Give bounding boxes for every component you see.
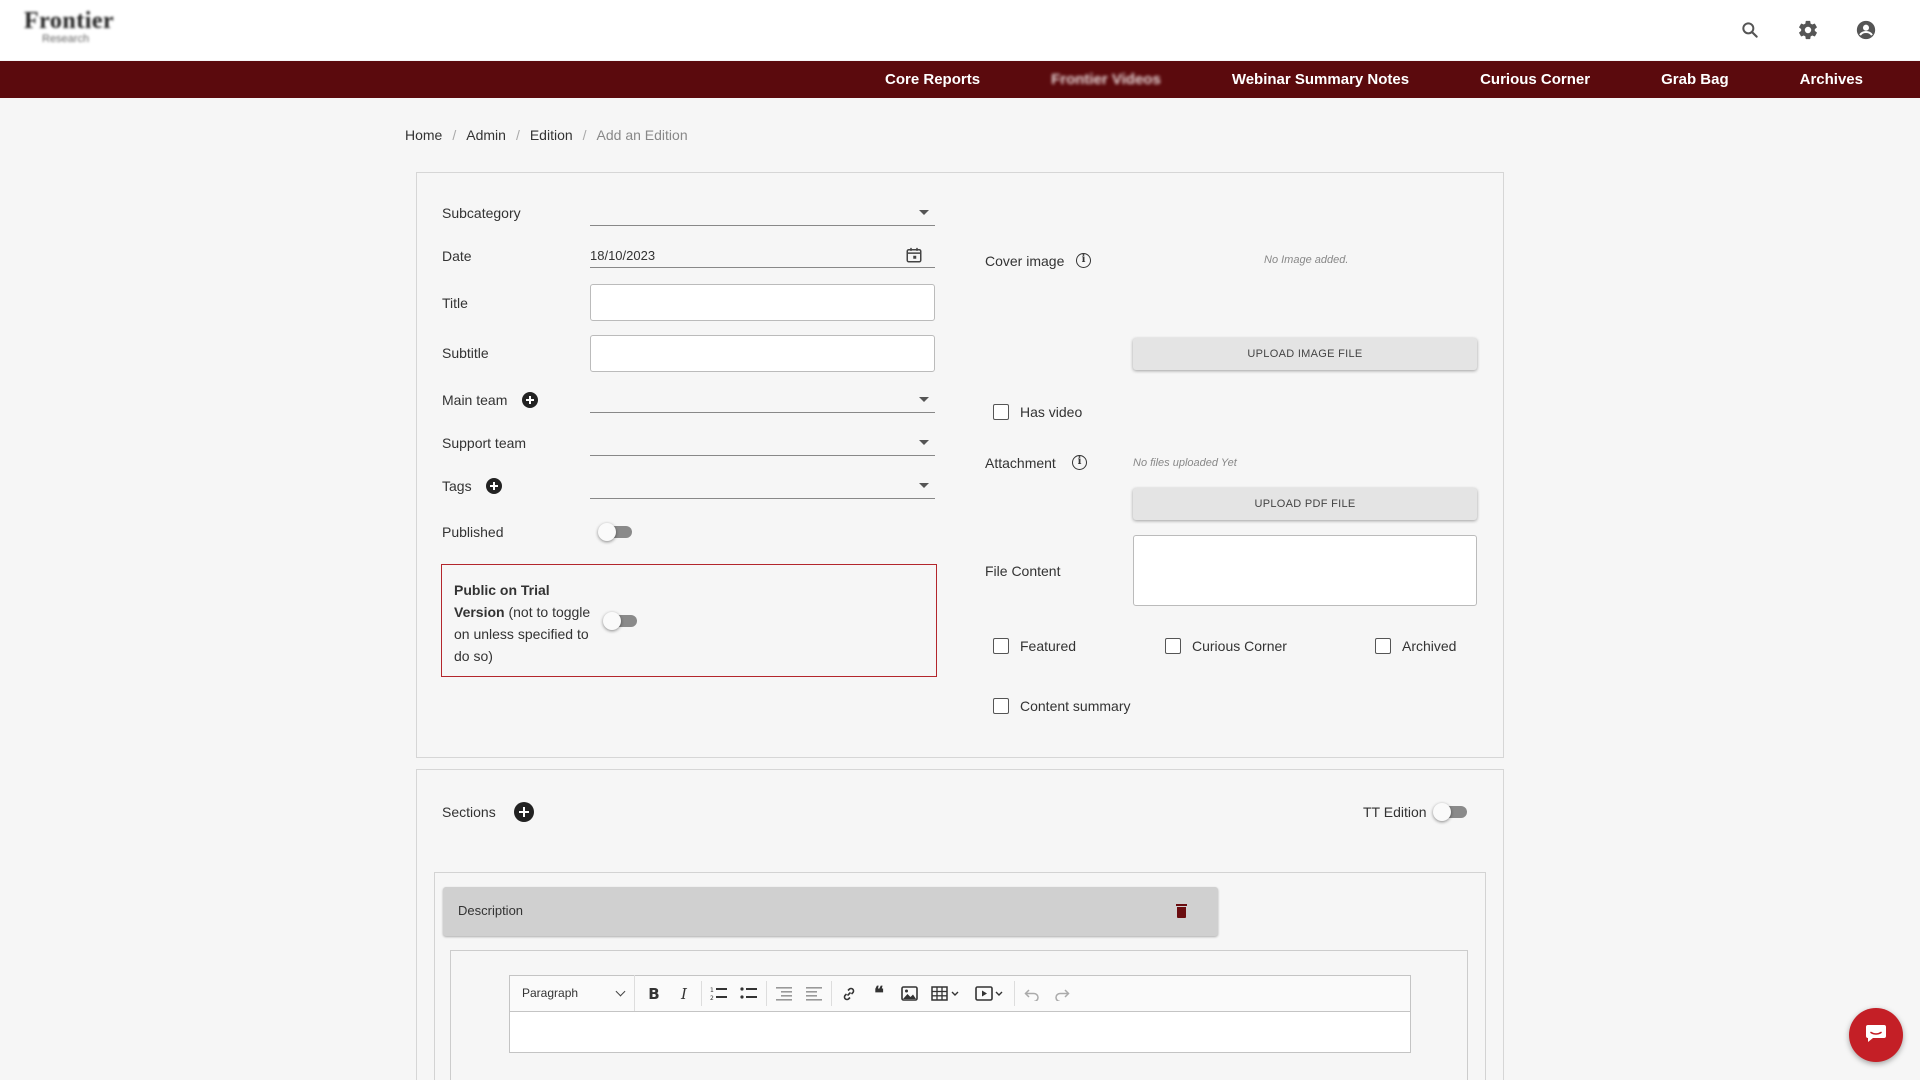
redo-icon[interactable] [1047,975,1077,1012]
upload-image-button[interactable]: UPLOAD IMAGE FILE [1133,338,1477,370]
indent-icon[interactable] [799,975,829,1012]
file-content-label: File Content [985,563,1061,579]
content-summary-checkbox[interactable] [993,698,1009,714]
table-icon[interactable] [924,975,968,1012]
nav-item-frontier-videos[interactable]: Frontier Videos [1051,71,1161,88]
chat-support-button[interactable] [1849,1008,1903,1062]
tt-edition-label: TT Edition [1363,804,1427,820]
main-nav: Core Reports Frontier Videos Webinar Sum… [0,61,1920,98]
nav-item-archives[interactable]: Archives [1800,71,1863,88]
sections-label: Sections [442,804,496,820]
dropdown-caret-icon [919,483,929,488]
support-team-select[interactable] [590,434,935,456]
has-video-checkbox[interactable] [993,404,1009,420]
add-main-team-icon[interactable] [522,392,538,408]
archived-label: Archived [1402,638,1457,654]
paragraph-format-dropdown[interactable]: Paragraph [510,975,635,1012]
nav-item-grab-bag[interactable]: Grab Bag [1661,71,1729,88]
featured-label: Featured [1020,638,1077,654]
tt-edition-toggle[interactable] [1433,803,1467,821]
description-title: Description [458,903,524,918]
main-team-label: Main team [442,392,508,408]
bulleted-list-icon[interactable] [734,975,764,1012]
breadcrumb-separator: / [582,127,587,143]
outdent-icon[interactable] [769,975,799,1012]
upload-pdf-button[interactable]: UPLOAD PDF FILE [1133,488,1477,520]
italic-icon[interactable]: I [669,975,699,1012]
breadcrumb-separator: / [515,127,520,143]
file-content-textarea[interactable] [1133,535,1477,606]
dropdown-caret-icon [919,397,929,402]
breadcrumb-current: Add an Edition [596,127,688,143]
no-files-text: No files uploaded Yet [1133,457,1237,469]
brand-logo[interactable]: Frontier Research [24,8,120,48]
add-section-icon[interactable] [514,802,534,822]
curious-corner-checkbox[interactable] [1165,638,1181,654]
breadcrumb-edition[interactable]: Edition [530,127,573,143]
subcategory-select[interactable] [590,204,935,226]
no-image-text: No Image added. [1264,254,1349,266]
add-tag-icon[interactable] [486,478,502,494]
tags-select[interactable] [590,477,935,499]
nav-item-core-reports[interactable]: Core Reports [885,71,980,88]
support-team-label: Support team [442,435,527,451]
breadcrumb-home[interactable]: Home [405,127,442,143]
editor-content-area[interactable] [509,1011,1411,1053]
date-input[interactable]: 18/10/2023 [590,246,935,268]
dropdown-caret-icon [919,210,929,215]
media-embed-icon[interactable] [968,975,1012,1012]
featured-checkbox[interactable] [993,638,1009,654]
breadcrumb: Home / Admin / Edition / Add an Edition [405,127,688,143]
image-icon[interactable] [894,975,924,1012]
account-circle-icon[interactable] [1852,16,1880,44]
calendar-icon[interactable] [905,246,923,269]
chat-bubble-icon [1865,1023,1887,1048]
public-on-trial-toggle[interactable] [603,612,637,630]
bold-icon[interactable]: B [639,975,669,1012]
archived-checkbox[interactable] [1375,638,1391,654]
breadcrumb-admin[interactable]: Admin [466,127,506,143]
published-label: Published [442,524,504,540]
numbered-list-icon[interactable]: 12 [704,975,734,1012]
svg-text:1: 1 [710,987,714,994]
chevron-down-icon [615,986,626,997]
blockquote-icon[interactable]: ❝ [864,975,894,1012]
search-icon[interactable] [1736,16,1764,44]
subtitle-label: Subtitle [442,345,489,361]
logo-text: Frontier [24,8,115,34]
undo-icon[interactable] [1017,975,1047,1012]
svg-text:2: 2 [710,995,714,1002]
has-video-label: Has video [1020,404,1083,420]
cover-image-info-icon[interactable]: i [1076,253,1091,268]
nav-item-curious-corner[interactable]: Curious Corner [1480,71,1590,88]
trash-icon[interactable] [1176,904,1187,918]
published-toggle[interactable] [598,523,632,541]
title-label: Title [442,295,468,311]
date-label: Date [442,248,472,264]
content-summary-label: Content summary [1020,698,1131,714]
public-on-trial-label: Public on Trial Version (not to toggle o… [454,582,591,664]
main-team-select[interactable] [590,391,935,413]
description-section-header[interactable]: Description [443,887,1218,936]
dropdown-caret-icon [919,440,929,445]
date-value: 18/10/2023 [590,248,656,263]
subtitle-input[interactable] [590,335,935,372]
attachment-info-icon[interactable]: i [1072,455,1087,470]
title-input[interactable] [590,284,935,321]
breadcrumb-separator: / [452,127,457,143]
cover-image-label: Cover image [985,253,1065,269]
curious-corner-label: Curious Corner [1192,638,1287,654]
public-on-trial-box: Public on Trial Version (not to toggle o… [441,564,937,677]
tags-label: Tags [442,478,472,494]
link-icon[interactable] [834,975,864,1012]
subcategory-label: Subcategory [442,205,521,221]
gear-icon[interactable] [1794,16,1822,44]
editor-toolbar: Paragraph B I 12 ❝ [509,975,1411,1012]
nav-item-webinar-summary-notes[interactable]: Webinar Summary Notes [1232,71,1409,88]
top-bar: Frontier Research [0,0,1920,60]
attachment-label: Attachment [985,455,1056,471]
